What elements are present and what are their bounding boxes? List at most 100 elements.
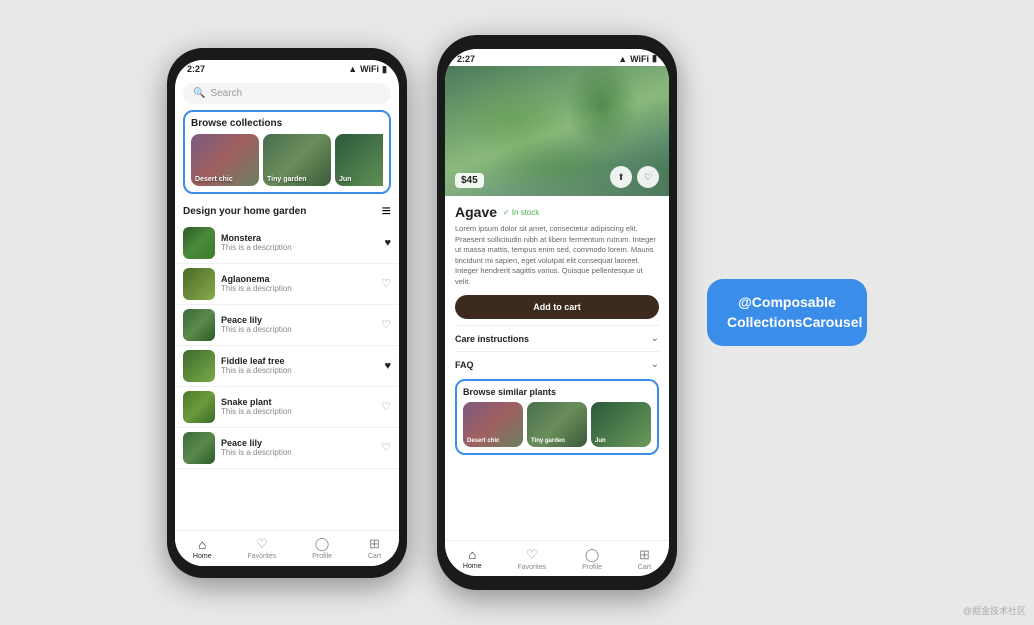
in-stock-label: In stock bbox=[512, 208, 540, 217]
nav-favorites-left[interactable]: ♡ Favorites bbox=[247, 536, 276, 560]
aglaonema-desc: This is a description bbox=[221, 284, 375, 293]
fiddle-heart[interactable]: ♥ bbox=[384, 360, 391, 372]
annotation-line1: @Composable bbox=[727, 293, 847, 313]
filter-icon[interactable]: ≡ bbox=[382, 203, 391, 221]
snake-desc: This is a description bbox=[221, 407, 375, 416]
peacelily2-desc: This is a description bbox=[221, 448, 375, 457]
in-stock-badge: ✓ In stock bbox=[503, 208, 539, 217]
favorites-icon-left: ♡ bbox=[256, 536, 268, 552]
home-icon-right: ⌂ bbox=[468, 547, 476, 562]
status-bar-right: 2:27 ▲ WiFi ▮ bbox=[445, 49, 669, 66]
jun-label: Jun bbox=[339, 176, 351, 183]
wifi-icon-right: WiFi bbox=[630, 54, 649, 64]
peacelily-desc: This is a description bbox=[221, 325, 375, 334]
right-screen: 2:27 ▲ WiFi ▮ $45 ⬆ ♡ Aga bbox=[445, 49, 669, 576]
list-item: Aglaonema This is a description ♡ bbox=[175, 264, 399, 305]
add-to-cart-button[interactable]: Add to cart bbox=[455, 295, 659, 319]
garden-section-title: Design your home garden bbox=[183, 206, 306, 217]
browse-collections-title: Browse collections bbox=[191, 118, 383, 129]
aglaonema-info: Aglaonema This is a description bbox=[221, 274, 375, 293]
desert-chic-label: Desert chic bbox=[195, 176, 233, 183]
aglaonema-heart[interactable]: ♡ bbox=[381, 277, 391, 290]
monstera-name: Monstera bbox=[221, 233, 378, 243]
annotation-bubble: @Composable CollectionsCarousel bbox=[707, 279, 867, 346]
status-icons-right: ▲ WiFi ▮ bbox=[618, 53, 657, 64]
care-instructions-accordion[interactable]: Care instructions ⌄ bbox=[455, 325, 659, 351]
peacelily-info: Peace lily This is a description bbox=[221, 315, 375, 334]
peacelily-name: Peace lily bbox=[221, 315, 375, 325]
similar-desert-label: Desert chic bbox=[467, 438, 499, 444]
battery-icon: ▮ bbox=[382, 64, 387, 75]
share-button[interactable]: ⬆ bbox=[610, 166, 632, 188]
plant-list: Monstera This is a description ♥ Aglaone… bbox=[175, 223, 399, 469]
list-item: Snake plant This is a description ♡ bbox=[175, 387, 399, 428]
checkmark-icon: ✓ bbox=[503, 208, 510, 217]
profile-icon-left: ◯ bbox=[315, 536, 330, 552]
left-phone: 2:27 ▲ WiFi ▮ 🔍 Search Browse collection… bbox=[167, 48, 407, 578]
aglaonema-name: Aglaonema bbox=[221, 274, 375, 284]
wishlist-button[interactable]: ♡ bbox=[637, 166, 659, 188]
nav-home-left[interactable]: ⌂ Home bbox=[193, 537, 212, 560]
similar-card-desert[interactable]: Desert chic bbox=[463, 402, 523, 447]
time-right: 2:27 bbox=[457, 54, 475, 64]
product-description: Lorem ipsum dolor sit amet, consectetur … bbox=[455, 224, 659, 287]
home-label-left: Home bbox=[193, 553, 212, 560]
profile-label-left: Profile bbox=[312, 553, 332, 560]
nav-favorites-right[interactable]: ♡ Favorites bbox=[517, 547, 546, 571]
collection-card-jun[interactable]: Jun bbox=[335, 134, 383, 186]
peacelily2-thumb bbox=[183, 432, 215, 464]
product-name: Agave bbox=[455, 204, 497, 220]
peacelily-heart[interactable]: ♡ bbox=[381, 318, 391, 331]
home-label-right: Home bbox=[463, 563, 482, 570]
nav-cart-left[interactable]: ⊞ Cart bbox=[368, 536, 381, 560]
product-title-row: Agave ✓ In stock bbox=[455, 204, 659, 220]
collection-row-left: Desert chic Tiny garden Jun bbox=[191, 134, 383, 186]
similar-row: Desert chic Tiny garden Jun bbox=[463, 402, 651, 447]
favorites-label-left: Favorites bbox=[247, 553, 276, 560]
similar-card-jun[interactable]: Jun bbox=[591, 402, 651, 447]
faq-accordion[interactable]: FAQ ⌄ bbox=[455, 351, 659, 377]
annotation-line2: CollectionsCarousel bbox=[727, 313, 847, 333]
monstera-info: Monstera This is a description bbox=[221, 233, 378, 252]
monstera-thumb bbox=[183, 227, 215, 259]
right-phone: 2:27 ▲ WiFi ▮ $45 ⬆ ♡ Aga bbox=[437, 35, 677, 590]
nav-profile-right[interactable]: ◯ Profile bbox=[582, 547, 602, 571]
bottom-nav-left: ⌂ Home ♡ Favorites ◯ Profile ⊞ Cart bbox=[175, 530, 399, 566]
snake-heart[interactable]: ♡ bbox=[381, 400, 391, 413]
faq-chevron-icon: ⌄ bbox=[651, 359, 659, 370]
list-item: Peace lily This is a description ♡ bbox=[175, 305, 399, 346]
similar-plants-title: Browse similar plants bbox=[463, 387, 651, 397]
monstera-heart[interactable]: ♥ bbox=[384, 237, 391, 249]
product-content: Agave ✓ In stock Lorem ipsum dolor sit a… bbox=[445, 196, 669, 463]
watermark: @掘金技术社区 bbox=[963, 604, 1026, 617]
nav-profile-left[interactable]: ◯ Profile bbox=[312, 536, 332, 560]
bottom-nav-right: ⌂ Home ♡ Favorites ◯ Profile ⊞ Cart bbox=[445, 540, 669, 576]
status-bar-left: 2:27 ▲ WiFi ▮ bbox=[175, 60, 399, 77]
fiddle-info: Fiddle leaf tree This is a description bbox=[221, 356, 378, 375]
cart-label-left: Cart bbox=[368, 553, 381, 560]
browse-collections-section: Browse collections Desert chic Tiny gard… bbox=[183, 110, 391, 194]
time-left: 2:27 bbox=[187, 64, 205, 74]
collection-card-desert[interactable]: Desert chic bbox=[191, 134, 259, 186]
fiddle-desc: This is a description bbox=[221, 366, 378, 375]
similar-jun-label: Jun bbox=[595, 438, 606, 444]
list-item: Monstera This is a description ♥ bbox=[175, 223, 399, 264]
nav-cart-right[interactable]: ⊞ Cart bbox=[638, 547, 651, 571]
list-item: Fiddle leaf tree This is a description ♥ bbox=[175, 346, 399, 387]
similar-card-tiny[interactable]: Tiny garden bbox=[527, 402, 587, 447]
search-bar[interactable]: 🔍 Search bbox=[183, 83, 391, 104]
hero-action-buttons: ⬆ ♡ bbox=[610, 166, 659, 188]
monstera-desc: This is a description bbox=[221, 243, 378, 252]
peacelily2-heart[interactable]: ♡ bbox=[381, 441, 391, 454]
list-item: Peace lily This is a description ♡ bbox=[175, 428, 399, 469]
nav-home-right[interactable]: ⌂ Home bbox=[463, 547, 482, 570]
snake-thumb bbox=[183, 391, 215, 423]
search-placeholder: Search bbox=[210, 88, 242, 99]
faq-label: FAQ bbox=[455, 360, 474, 370]
battery-icon-right: ▮ bbox=[652, 53, 657, 64]
similar-plants-section: Browse similar plants Desert chic Tiny g… bbox=[455, 379, 659, 455]
aglaonema-thumb bbox=[183, 268, 215, 300]
signal-icon-right: ▲ bbox=[618, 54, 627, 64]
left-content: 🔍 Search Browse collections Desert chic … bbox=[175, 77, 399, 561]
collection-card-tiny[interactable]: Tiny garden bbox=[263, 134, 331, 186]
